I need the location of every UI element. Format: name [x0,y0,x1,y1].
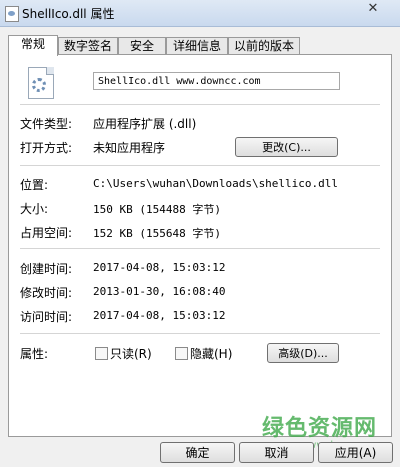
ok-button[interactable]: 确定 [160,442,235,463]
divider [20,333,380,334]
advanced-button[interactable]: 高级(D)... [267,343,339,363]
title-bar: ShellIco.dll 属性 ✕ [0,0,400,27]
readonly-checkbox[interactable] [95,347,108,360]
change-button[interactable]: 更改(C)... [235,137,338,157]
gear-icon [32,78,46,92]
size-on-disk-label: 占用空间: [20,226,73,240]
hidden-checkbox[interactable] [175,347,188,360]
location-label: 位置: [20,178,49,192]
accessed-label: 访问时间: [20,310,73,324]
tab-general[interactable]: 常规 [8,35,58,56]
modified-label: 修改时间: [20,286,73,300]
created-label: 创建时间: [20,262,73,276]
cancel-button[interactable]: 取消 [239,442,314,463]
page-fold [46,67,54,75]
hidden-label[interactable]: 隐藏(H) [190,345,232,362]
modified-value: 2013-01-30, 16:08:40 [93,285,226,298]
tab-security[interactable]: 安全 [118,37,166,55]
tab-previous-versions[interactable]: 以前的版本 [228,37,300,55]
readonly-label[interactable]: 只读(R) [110,345,152,362]
size-label: 大小: [20,202,49,216]
file-type-value: 应用程序扩展 (.dll) [93,117,197,131]
filename-field[interactable]: ShellIco.dll www.downcc.com [93,72,340,90]
apply-button[interactable]: 应用(A) [318,442,393,463]
tab-bar: 常规 数字签名 安全 详细信息 以前的版本 [8,35,394,56]
created-value: 2017-04-08, 15:03:12 [93,261,226,274]
accessed-value: 2017-04-08, 15:03:12 [93,309,226,322]
location-value: C:\Users\wuhan\Downloads\shellico.dll [93,177,339,190]
file-type-label: 文件类型: [20,117,73,131]
window-title: ShellIco.dll 属性 [22,7,115,21]
divider [20,248,380,249]
divider [20,104,380,105]
general-panel: ShellIco.dll www.downcc.com 文件类型: 应用程序扩展… [8,54,392,437]
file-icon [5,6,19,22]
tab-digital-signatures[interactable]: 数字签名 [58,37,118,55]
tab-details[interactable]: 详细信息 [166,37,228,55]
divider [20,165,380,166]
open-with-label: 打开方式: [20,141,73,155]
dll-file-icon [28,67,54,99]
size-on-disk-value: 152 KB (155648 字节) [93,227,221,240]
watermark-logo: 绿色资源网 [262,416,378,441]
size-value: 150 KB (154488 字节) [93,203,221,216]
close-button[interactable]: ✕ [354,0,392,18]
open-with-value: 未知应用程序 [93,141,166,155]
attributes-label: 属性: [20,347,49,361]
